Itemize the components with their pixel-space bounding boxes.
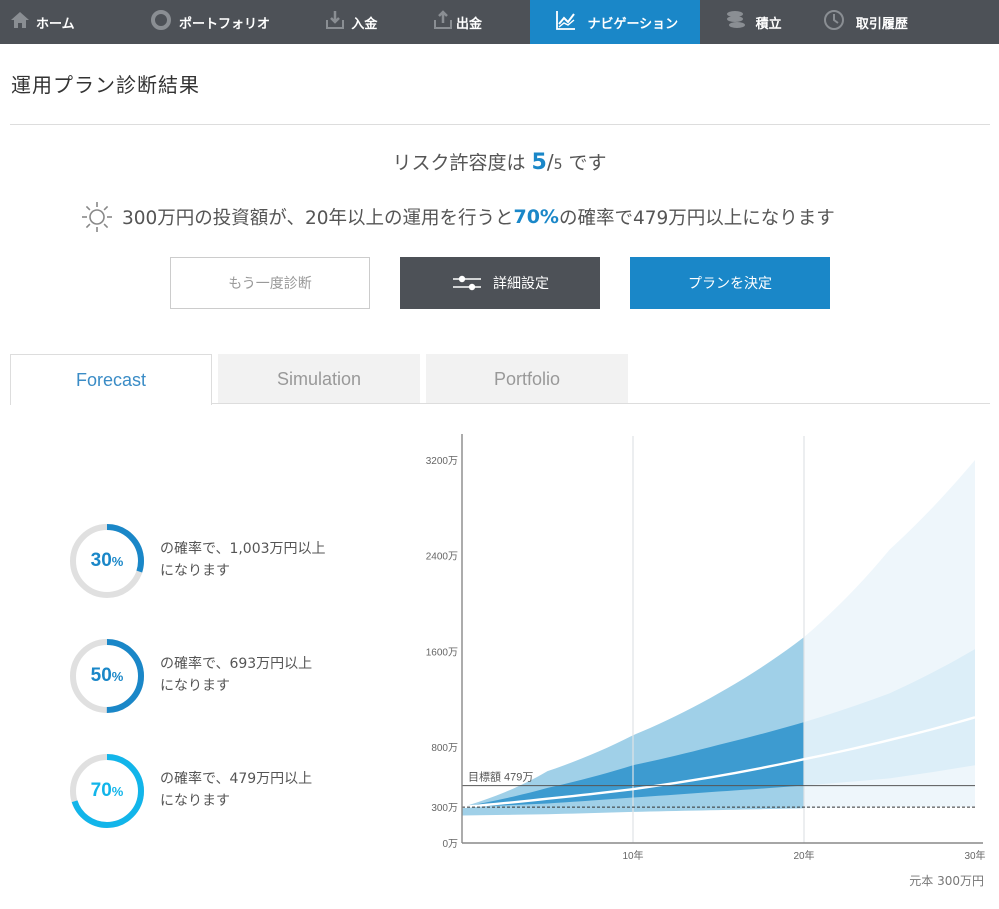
- summary-text-2: の確率で479万円以上になります: [558, 208, 835, 229]
- tab-portfolio[interactable]: Portfolio: [426, 354, 628, 404]
- nav-item-navigation[interactable]: ナビゲーション: [530, 0, 700, 44]
- page-title: 運用プラン診断結果: [11, 73, 200, 97]
- risk-tolerance: リスク許容度は 5/5 です: [0, 148, 999, 175]
- tab-simulation[interactable]: Simulation: [218, 354, 420, 404]
- principal-note: 元本 300万円: [909, 874, 984, 888]
- nav-label: 出金: [455, 16, 482, 32]
- nav-label: ホーム: [36, 16, 75, 32]
- retry-diagnosis-button[interactable]: もう一度診断: [170, 257, 370, 309]
- tab-forecast[interactable]: Forecast: [10, 354, 212, 405]
- y-tick-label: 0万: [442, 839, 458, 850]
- nav-item-history[interactable]: 取引履歴: [808, 0, 999, 44]
- sun-icon: [82, 202, 112, 232]
- summary-text-1: 300万円の投資額が、20年以上の運用を行うと: [122, 208, 514, 229]
- x-tick-label: 10年: [622, 849, 643, 862]
- probability-value: 30%: [90, 550, 124, 571]
- nav-item-withdraw[interactable]: 出金: [423, 0, 530, 44]
- risk-value: 5: [531, 150, 547, 175]
- chart-line-icon: [556, 11, 576, 30]
- nav-label: ポートフォリオ: [179, 16, 271, 32]
- probability-30: 30% の確率で、1,003万円以上 になります: [68, 522, 388, 600]
- withdraw-icon: [433, 10, 452, 29]
- nav-item-home[interactable]: ホーム: [0, 0, 124, 44]
- top-nav: ホーム ポートフォリオ 入金 出金 ナビゲーション 積立 取引履歴: [0, 0, 999, 44]
- summary-percent: 70%: [513, 206, 559, 228]
- nav-item-tsumitate[interactable]: 積立: [700, 0, 808, 44]
- sliders-icon: [453, 275, 481, 291]
- decide-label: プランを決定: [688, 276, 772, 292]
- probability-text: の確率で、1,003万円以上 になります: [160, 541, 326, 579]
- probability-value: 70%: [90, 780, 124, 801]
- risk-suffix: です: [568, 152, 607, 174]
- detail-label: 詳細設定: [493, 276, 549, 292]
- home-icon: [11, 12, 29, 28]
- y-tick-label: 300万: [431, 803, 458, 814]
- decide-plan-button[interactable]: プランを決定: [630, 257, 830, 309]
- tabs-underline: [212, 403, 990, 404]
- nav-item-portfolio[interactable]: ポートフォリオ: [147, 0, 315, 44]
- retry-label: もう一度診断: [228, 276, 312, 292]
- nav-label: 積立: [755, 16, 782, 32]
- y-tick-label: 1600万: [426, 647, 458, 658]
- risk-max: 5: [553, 157, 563, 173]
- probability-text: の確率で、693万円以上 になります: [160, 656, 313, 694]
- probability-70: 70% の確率で、479万円以上 になります: [68, 752, 388, 830]
- nav-label: 入金: [351, 16, 378, 32]
- forecast-chart: 目標額 479万 0万 300万 800万 1600万 2400万 3200万 10年 20年 3…: [426, 434, 986, 862]
- nav-item-deposit[interactable]: 入金: [315, 0, 423, 44]
- coins-icon: [726, 11, 745, 28]
- risk-slash: /: [546, 150, 554, 174]
- deposit-icon: [326, 11, 345, 29]
- tab-label: Simulation: [276, 368, 362, 389]
- tab-label: Forecast: [75, 369, 147, 390]
- clock-icon: [823, 10, 844, 30]
- x-tick-label: 20年: [793, 849, 814, 862]
- risk-prefix: リスク許容度は: [392, 152, 526, 174]
- nav-label: ナビゲーション: [587, 16, 679, 32]
- donut-icon: [151, 10, 172, 30]
- nav-label: 取引履歴: [855, 16, 908, 32]
- divider: [10, 124, 990, 125]
- forecast-summary: 300万円の投資額が、20年以上の運用を行うと 70% の確率で479万円以上に…: [80, 200, 835, 234]
- probability-value: 50%: [90, 665, 124, 686]
- y-tick-label: 800万: [431, 743, 458, 754]
- probability-50: 50% の確率で、693万円以上 になります: [68, 637, 388, 715]
- detail-settings-button[interactable]: 詳細設定: [400, 257, 600, 309]
- probability-text: の確率で、479万円以上 になります: [160, 771, 313, 809]
- target-label: 目標額 479万: [468, 770, 533, 784]
- y-tick-label: 3200万: [426, 456, 458, 467]
- y-tick-label: 2400万: [426, 552, 458, 563]
- x-tick-label: 30年: [964, 849, 985, 862]
- tab-label: Portfolio: [493, 368, 561, 389]
